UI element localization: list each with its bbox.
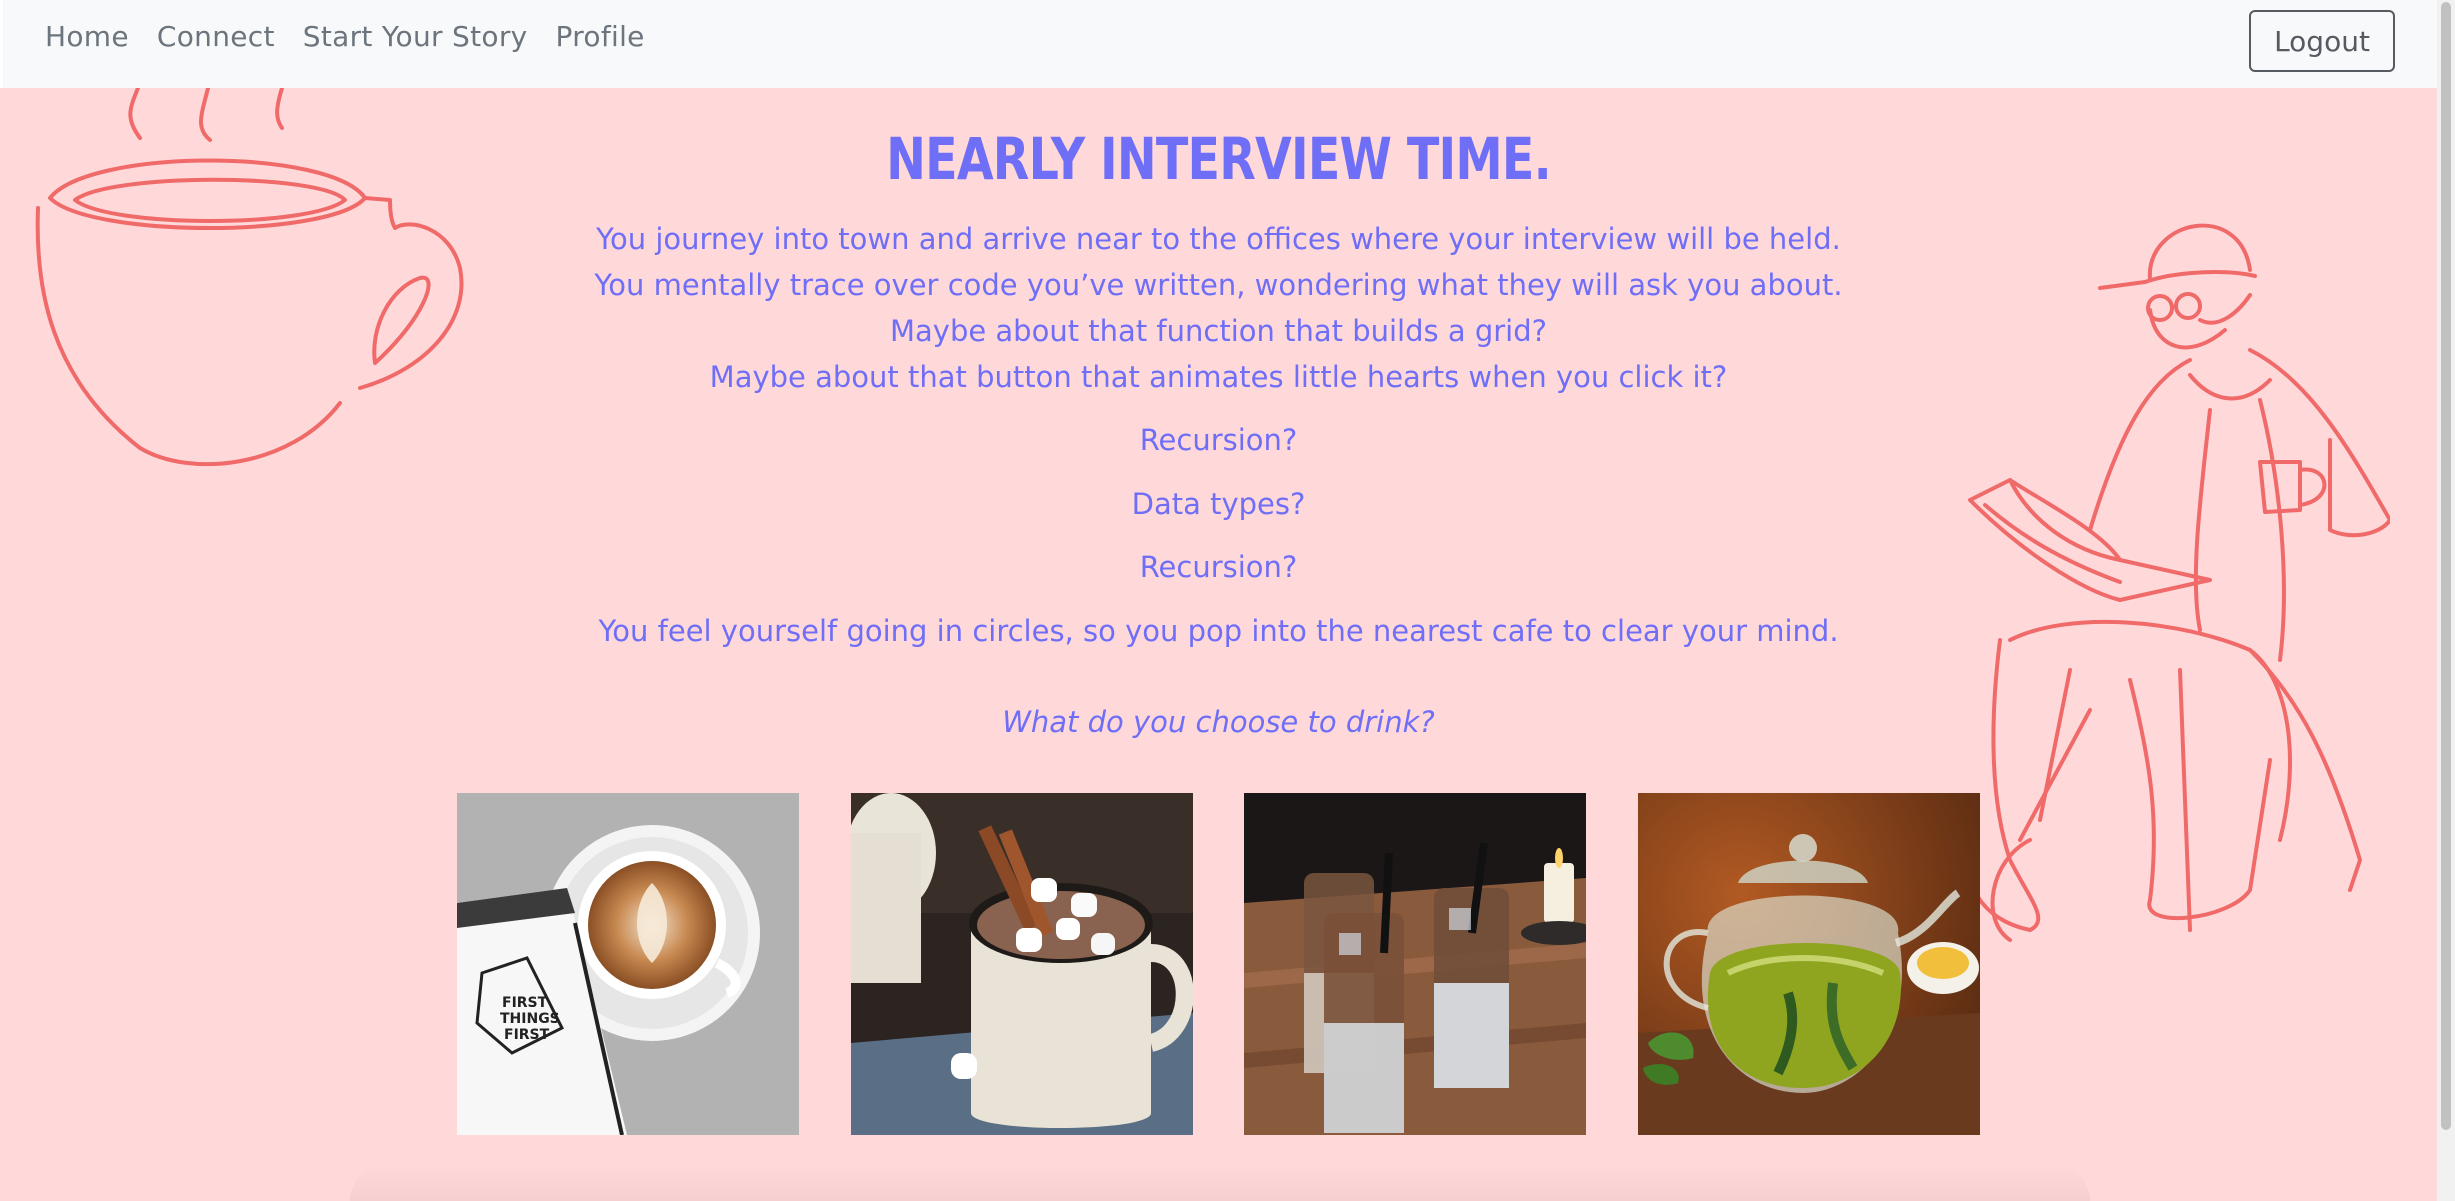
- story-paragraph: You journey into town and arrive near to…: [596, 222, 1841, 256]
- story-paragraph: You mentally trace over code you’ve writ…: [594, 268, 1843, 302]
- navbar: Home Connect Start Your Story Profile Lo…: [0, 0, 2437, 88]
- story-paragraph: Recursion?: [1139, 423, 1298, 457]
- svg-text:FIRST: FIRST: [504, 1027, 550, 1043]
- choice-latte[interactable]: FIRST THINGS FIRST: [457, 793, 799, 1135]
- choice-green-tea[interactable]: [1638, 793, 1980, 1135]
- hot-chocolate-image: [851, 793, 1193, 1135]
- nav-link-profile[interactable]: Profile: [556, 20, 645, 53]
- iced-coffee-image: [1244, 793, 1586, 1135]
- footer-shadow: [350, 1165, 2090, 1201]
- logout-button[interactable]: Logout: [2249, 10, 2395, 72]
- choice-iced-coffee[interactable]: [1244, 793, 1586, 1135]
- book-cover-text: FIRST: [502, 995, 548, 1011]
- story-paragraph: Maybe about that button that animates li…: [709, 360, 1728, 394]
- nav-link-home[interactable]: Home: [45, 20, 129, 53]
- choice-hot-chocolate[interactable]: [851, 793, 1193, 1135]
- choice-question: What do you choose to drink?: [1002, 705, 1435, 739]
- story-title: Nearly interview time.: [886, 125, 1551, 193]
- nav-link-start-your-story[interactable]: Start Your Story: [303, 20, 528, 53]
- nav-link-connect[interactable]: Connect: [157, 20, 275, 53]
- green-tea-image: [1638, 793, 1980, 1135]
- scrollbar-thumb[interactable]: [2441, 2, 2451, 1130]
- svg-text:THINGS: THINGS: [500, 1011, 560, 1027]
- nav-links: Home Connect Start Your Story Profile: [45, 20, 645, 53]
- story-paragraph: Data types?: [1131, 487, 1306, 521]
- story-paragraph: Maybe about that function that builds a …: [889, 314, 1548, 348]
- story-paragraph: You feel yourself going in circles, so y…: [598, 614, 1839, 648]
- story-paragraph: Recursion?: [1139, 550, 1298, 584]
- latte-image: FIRST THINGS FIRST: [457, 793, 799, 1135]
